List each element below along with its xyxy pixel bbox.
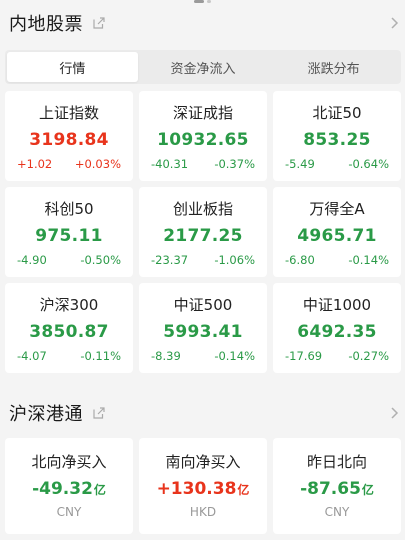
index-name: 科创50 bbox=[44, 200, 94, 218]
flow-amount: -87.65 bbox=[300, 479, 361, 499]
flow-currency: HKD bbox=[189, 505, 217, 519]
flow-currency: CNY bbox=[56, 505, 82, 519]
index-card[interactable]: 深证成指 10932.65 -40.31 -0.37% bbox=[139, 91, 267, 181]
flow-name: 北向净买入 bbox=[31, 453, 107, 471]
index-change-percent: -0.14% bbox=[348, 253, 389, 267]
tab-net-inflow[interactable]: 资金净流入 bbox=[138, 52, 269, 82]
index-name: 沪深300 bbox=[39, 296, 99, 314]
index-name: 中证500 bbox=[173, 296, 233, 314]
flow-unit: 亿 bbox=[93, 483, 106, 497]
flow-value: +130.38 亿 bbox=[157, 478, 250, 501]
index-name: 上证指数 bbox=[38, 104, 99, 122]
index-grid: 上证指数 3198.84 +1.02 +0.03% 深证成指 10932.65 … bbox=[5, 91, 401, 373]
index-card[interactable]: 万得全A 4965.71 -6.80 -0.14% bbox=[273, 187, 401, 277]
flow-value: -87.65 亿 bbox=[300, 478, 374, 501]
index-change-percent: -0.37% bbox=[214, 157, 255, 171]
index-card[interactable]: 科创50 975.11 -4.90 -0.50% bbox=[5, 187, 133, 277]
index-change-percent: -0.14% bbox=[214, 349, 255, 363]
index-change: -17.69 bbox=[285, 349, 323, 363]
index-change: +1.02 bbox=[17, 157, 53, 171]
index-value: 5993.41 bbox=[163, 322, 243, 342]
flow-amount: +130.38 bbox=[156, 479, 237, 499]
flow-amount: -49.32 bbox=[32, 479, 93, 499]
flow-name: 昨日北向 bbox=[306, 453, 367, 471]
index-change: -40.31 bbox=[151, 157, 189, 171]
flow-unit: 亿 bbox=[361, 483, 374, 497]
index-name: 万得全A bbox=[309, 200, 365, 218]
tab-quotes[interactable]: 行情 bbox=[7, 52, 138, 82]
flow-currency: CNY bbox=[324, 505, 350, 519]
index-value: 2177.25 bbox=[163, 226, 243, 246]
market-tabs: 行情 资金净流入 涨跌分布 bbox=[5, 50, 401, 84]
section-title: 内地股票 bbox=[9, 14, 83, 35]
external-link-icon[interactable] bbox=[93, 407, 105, 419]
index-value: 3198.84 bbox=[29, 130, 109, 150]
index-change: -8.39 bbox=[151, 349, 181, 363]
index-value: 3850.87 bbox=[29, 322, 109, 342]
chevron-right-icon[interactable] bbox=[389, 406, 399, 420]
index-name: 深证成指 bbox=[172, 104, 233, 122]
chevron-right-icon[interactable] bbox=[389, 16, 399, 30]
index-change-percent: -0.64% bbox=[348, 157, 389, 171]
index-card[interactable]: 中证500 5993.41 -8.39 -0.14% bbox=[139, 283, 267, 373]
index-card[interactable]: 中证1000 6492.35 -17.69 -0.27% bbox=[273, 283, 401, 373]
index-card[interactable]: 沪深300 3850.87 -4.07 -0.11% bbox=[5, 283, 133, 373]
index-change-percent: -1.06% bbox=[214, 253, 255, 267]
index-change-percent: +0.03% bbox=[74, 157, 121, 171]
section-title: 沪深港通 bbox=[9, 404, 83, 425]
index-name: 创业板指 bbox=[172, 200, 233, 218]
stock-connect-grid: 北向净买入 -49.32 亿 CNY 南向净买入 +130.38 亿 HKD 昨日北… bbox=[5, 438, 401, 534]
page-scroll-indicator bbox=[193, 0, 212, 3]
flow-unit: 亿 bbox=[237, 483, 250, 497]
index-change: -6.80 bbox=[285, 253, 315, 267]
tab-advance-decline[interactable]: 涨跌分布 bbox=[268, 52, 399, 82]
flow-card[interactable]: 昨日北向 -87.65 亿 CNY bbox=[273, 438, 401, 534]
index-value: 6492.35 bbox=[297, 322, 377, 342]
flow-card[interactable]: 北向净买入 -49.32 亿 CNY bbox=[5, 438, 133, 534]
flow-name: 南向净买入 bbox=[165, 453, 241, 471]
index-card[interactable]: 北证50 853.25 -5.49 -0.64% bbox=[273, 91, 401, 181]
index-change: -23.37 bbox=[151, 253, 189, 267]
index-value: 975.11 bbox=[35, 226, 103, 246]
index-change: -4.90 bbox=[17, 253, 47, 267]
index-name: 中证1000 bbox=[302, 296, 372, 314]
index-change-percent: -0.27% bbox=[348, 349, 389, 363]
flow-card[interactable]: 南向净买入 +130.38 亿 HKD bbox=[139, 438, 267, 534]
index-change-percent: -0.11% bbox=[80, 349, 121, 363]
index-value: 4965.71 bbox=[297, 226, 377, 246]
index-value: 10932.65 bbox=[157, 130, 249, 150]
index-change: -4.07 bbox=[17, 349, 47, 363]
external-link-icon[interactable] bbox=[93, 17, 105, 29]
mainland-stocks-header[interactable]: 内地股票 bbox=[0, 6, 405, 40]
stock-connect-header[interactable]: 沪深港通 bbox=[0, 396, 405, 430]
index-value: 853.25 bbox=[303, 130, 371, 150]
flow-value: -49.32 亿 bbox=[32, 478, 106, 501]
index-change: -5.49 bbox=[285, 157, 315, 171]
index-name: 北证50 bbox=[312, 104, 362, 122]
index-change-percent: -0.50% bbox=[80, 253, 121, 267]
index-card[interactable]: 上证指数 3198.84 +1.02 +0.03% bbox=[5, 91, 133, 181]
index-card[interactable]: 创业板指 2177.25 -23.37 -1.06% bbox=[139, 187, 267, 277]
